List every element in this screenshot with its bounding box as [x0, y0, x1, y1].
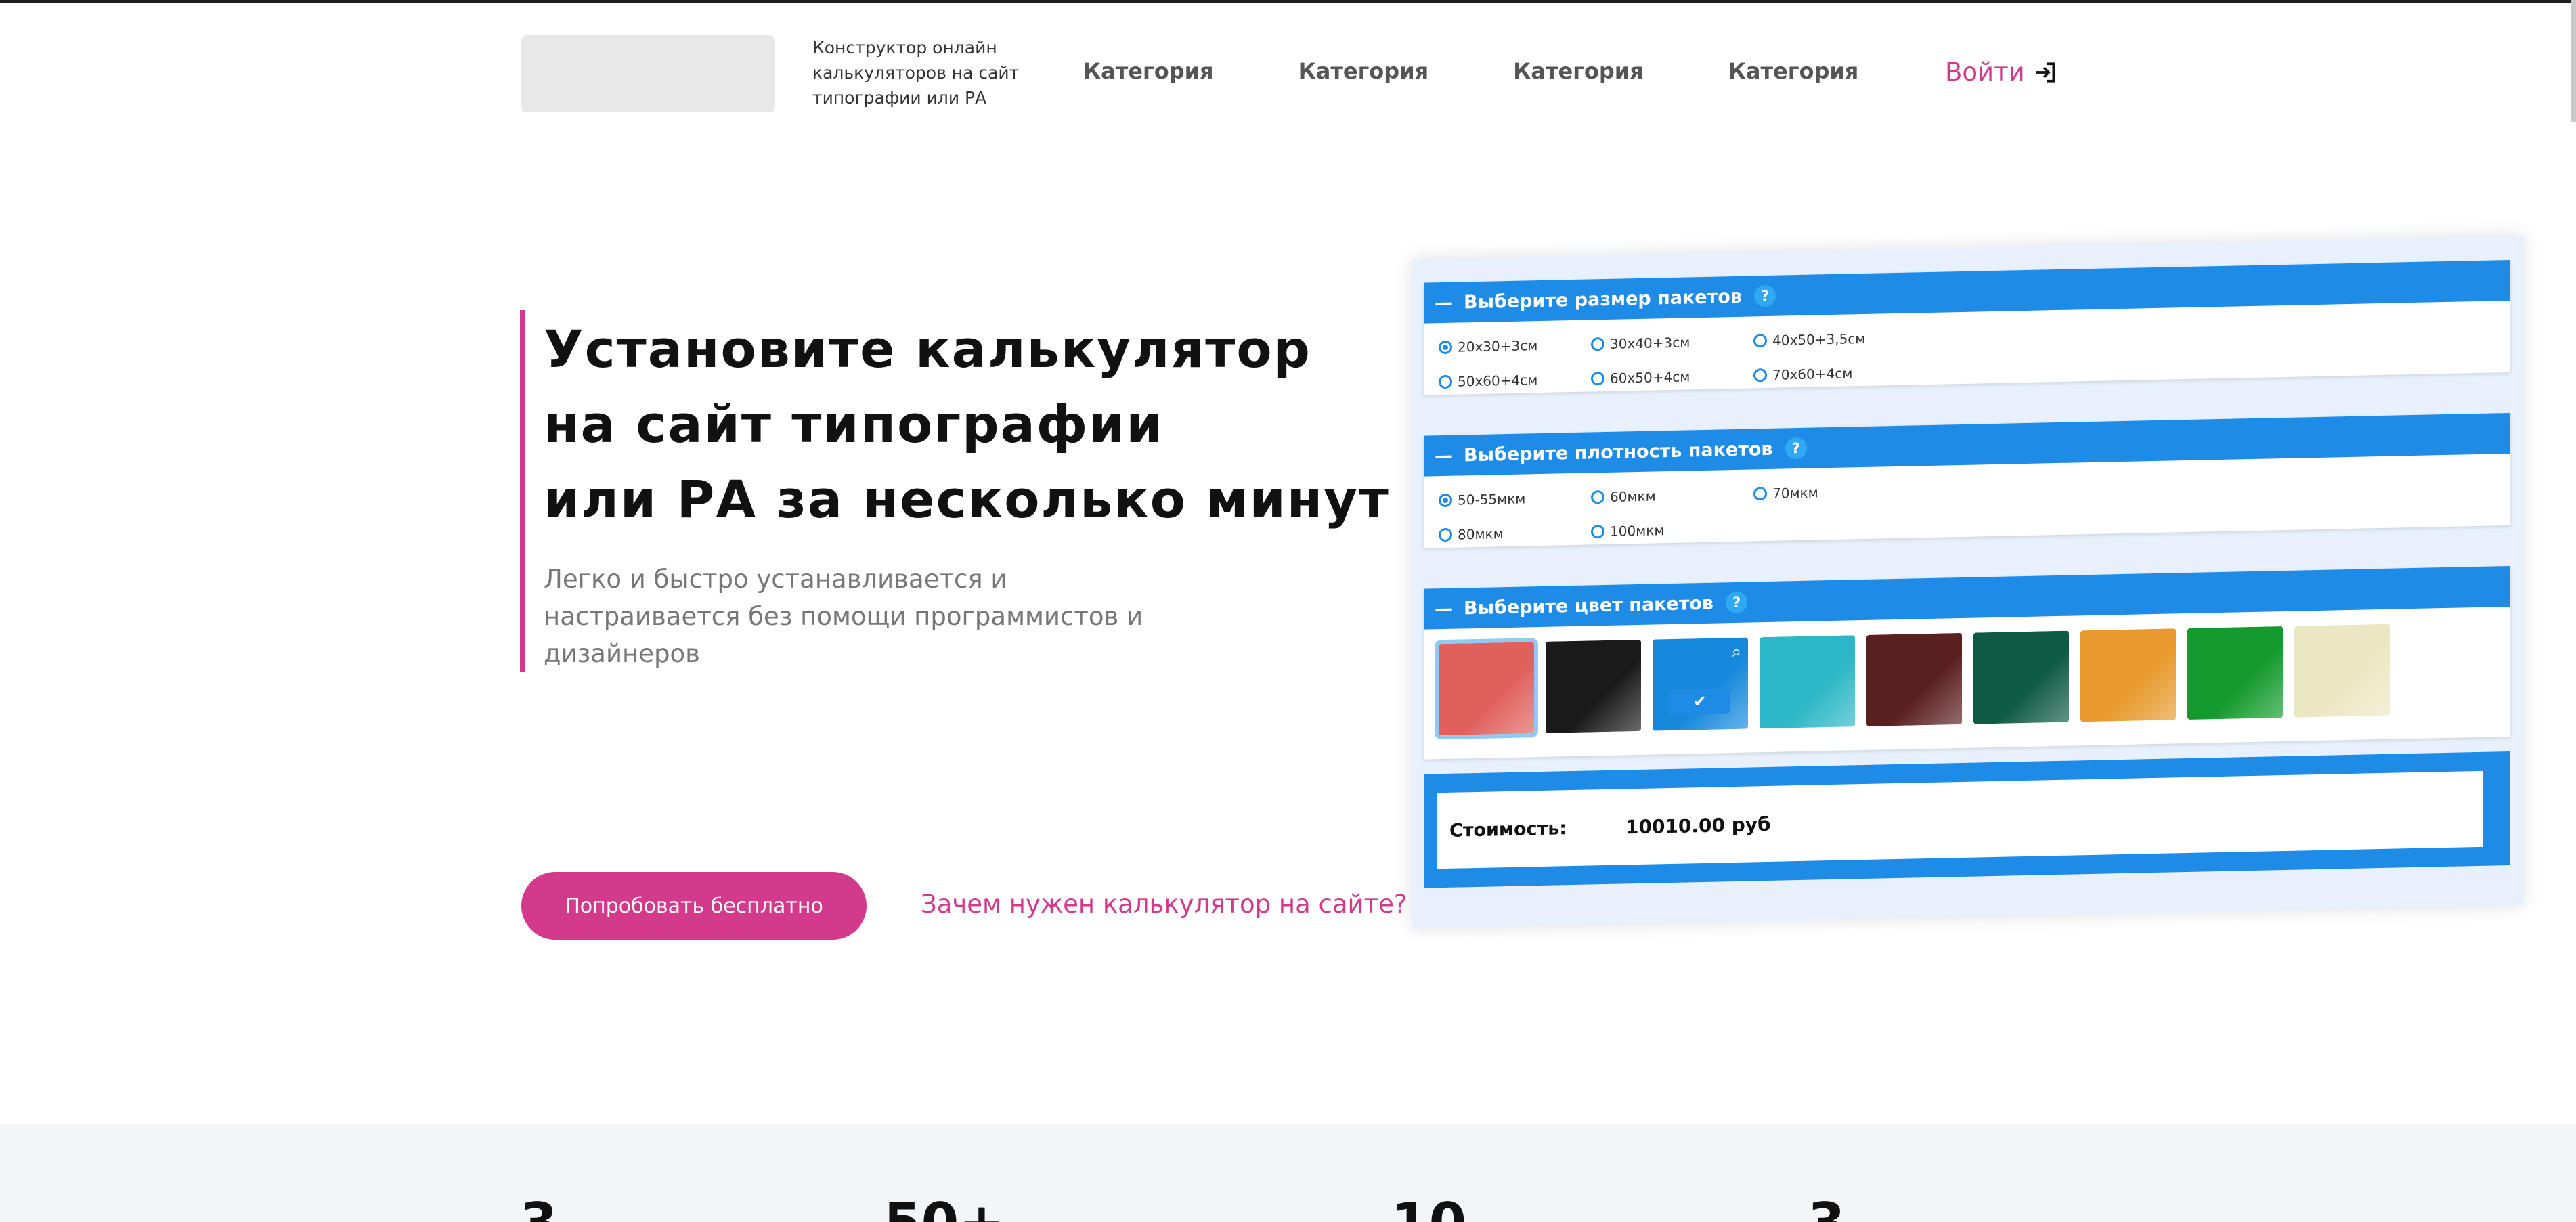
login-icon	[2036, 62, 2055, 83]
size-option-label: 20х30+3см	[1458, 336, 1538, 355]
why-calculator-link[interactable]: Зачем нужен калькулятор на сайте?	[921, 890, 1407, 919]
density-option[interactable]: 100мкм	[1591, 515, 1753, 544]
radio-button[interactable]	[1591, 489, 1604, 504]
density-option[interactable]: 50-55мкм	[1439, 483, 1591, 513]
density-option-label: 60мкм	[1610, 487, 1656, 505]
size-option[interactable]: 50х60+4см	[1439, 365, 1591, 395]
collapse-icon: —	[1435, 292, 1453, 313]
size-option[interactable]: 60х50+4см	[1591, 362, 1753, 391]
check-icon: ✔	[1669, 689, 1730, 715]
main-nav: Категория Категория Категория Категория	[1083, 58, 1943, 84]
color-swatch[interactable]	[2294, 624, 2390, 718]
price-value: 10010.00 руб	[1625, 812, 1771, 838]
color-swatch[interactable]	[2187, 626, 2283, 720]
hero-accent-bar	[520, 310, 525, 672]
price-label: Стоимость:	[1449, 817, 1567, 842]
radio-button[interactable]	[1439, 527, 1452, 542]
radio-button[interactable]	[1439, 374, 1452, 389]
collapse-icon: —	[1435, 598, 1453, 619]
size-option-label: 40х50+3,5см	[1772, 330, 1866, 349]
size-option[interactable]: 20х30+3см	[1439, 330, 1591, 360]
size-option[interactable]: 70х60+4см	[1753, 357, 1957, 388]
color-section: — Выберите цвет пакетов ? ⌕ ✔	[1424, 566, 2510, 760]
header-tagline: Конструктор онлайн калькуляторов на сайт…	[812, 38, 1020, 108]
density-option-label: 70мкм	[1772, 483, 1818, 502]
zoom-icon[interactable]: ⌕	[1731, 642, 1741, 663]
login-link[interactable]: Войти	[1945, 58, 2057, 87]
radio-button[interactable]	[1753, 486, 1767, 500]
login-label: Войти	[1945, 58, 2025, 87]
size-option-label: 60х50+4см	[1610, 368, 1690, 387]
size-option-label: 70х60+4см	[1772, 364, 1853, 383]
color-swatch[interactable]: ⌕ ✔	[1653, 637, 1748, 731]
color-swatch[interactable]	[1866, 632, 1962, 726]
price-panel: Стоимость: 10010.00 руб	[1437, 770, 2483, 869]
nav-item-category-3[interactable]: Категория	[1513, 58, 1644, 84]
color-section-title: Выберите цвет пакетов	[1464, 592, 1714, 619]
size-option[interactable]: 40х50+3,5см	[1753, 323, 1957, 353]
nav-item-category-4[interactable]: Категория	[1728, 58, 1859, 84]
hero-title: Установите калькулятор на сайт типографи…	[544, 319, 1390, 529]
color-swatch[interactable]	[2080, 628, 2176, 722]
top-border	[0, 0, 2576, 3]
radio-button[interactable]	[1591, 371, 1604, 385]
collapse-icon: —	[1435, 445, 1453, 466]
hero-subtitle: Легко и быстро устанавливается и настраи…	[544, 565, 1143, 668]
radio-button[interactable]	[1591, 524, 1604, 538]
radio-button[interactable]	[1439, 340, 1452, 354]
stat-value: 3	[1808, 1192, 1846, 1222]
density-option[interactable]: 70мкм	[1753, 476, 1957, 506]
color-swatch[interactable]	[1546, 639, 1641, 733]
calculator-preview: — Выберите размер пакетов ? 20х30+3см 30х…	[1412, 235, 2524, 930]
color-swatches: ⌕ ✔	[1424, 607, 2510, 760]
density-option-label: 100мкм	[1610, 521, 1665, 540]
radio-button[interactable]	[1753, 368, 1767, 382]
price-box: Стоимость: 10010.00 руб	[1424, 751, 2510, 888]
size-option-label: 30х40+3см	[1610, 333, 1690, 352]
try-free-button[interactable]: Попробовать бесплатно	[521, 872, 867, 940]
stats-strip: 3 50+ 10 3	[0, 1124, 2576, 1222]
help-icon[interactable]: ?	[1753, 284, 1776, 307]
color-swatch[interactable]	[1973, 630, 2069, 724]
color-swatch[interactable]	[1435, 638, 1538, 740]
logo-placeholder[interactable]	[521, 35, 775, 112]
radio-button[interactable]	[1591, 336, 1604, 351]
color-swatch[interactable]	[1760, 635, 1855, 729]
density-option[interactable]: 60мкм	[1591, 480, 1753, 510]
stat-value: 3	[520, 1192, 558, 1222]
stat-value: 50+	[883, 1192, 1004, 1222]
help-icon[interactable]: ?	[1726, 591, 1748, 614]
help-icon[interactable]: ?	[1785, 437, 1807, 460]
stat-value: 10	[1391, 1192, 1466, 1222]
radio-button[interactable]	[1753, 333, 1767, 347]
size-option-label: 50х60+4см	[1458, 371, 1538, 390]
density-section: — Выберите плотность пакетов ? 50-55мкм 6…	[1424, 413, 2510, 548]
size-section-title: Выберите размер пакетов	[1464, 286, 1742, 313]
density-option-label: 80мкм	[1458, 525, 1504, 543]
nav-item-category-2[interactable]: Категория	[1298, 58, 1429, 84]
radio-button[interactable]	[1439, 493, 1452, 507]
density-option[interactable]: 80мкм	[1439, 518, 1591, 548]
size-option[interactable]: 30х40+3см	[1591, 327, 1753, 357]
density-option-label: 50-55мкм	[1458, 489, 1526, 508]
size-section: — Выберите размер пакетов ? 20х30+3см 30х…	[1424, 260, 2510, 395]
page-scrollbar[interactable]	[2571, 0, 2576, 122]
nav-item-category-1[interactable]: Категория	[1083, 58, 1214, 84]
density-section-title: Выберите плотность пакетов	[1464, 438, 1773, 466]
